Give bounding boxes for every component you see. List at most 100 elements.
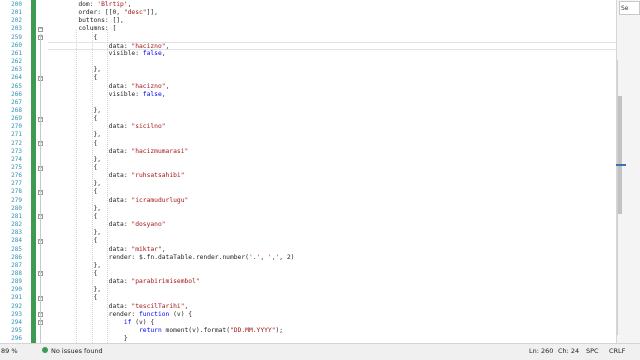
code-editor[interactable]: 200 201 202 203 259 260 261 262 263 264 265 266 267 2… <box>0 0 616 343</box>
code-line[interactable]: } <box>48 335 616 343</box>
line-number: 290 <box>11 286 22 294</box>
line-number: 266 <box>11 90 22 98</box>
line-number: 270 <box>11 123 22 131</box>
line-number: 281 <box>11 212 22 220</box>
code-line[interactable]: data: "parabirimisembol" <box>48 278 616 286</box>
line-number: 200 <box>11 1 22 8</box>
line-number: 284 <box>11 237 22 245</box>
code-line[interactable]: { <box>48 74 616 82</box>
code-line[interactable]: render: function (v) { <box>48 311 616 319</box>
status-bar: 89 % No issues found Ln: 260 Ch: 24 SPC … <box>0 343 640 360</box>
line-number: 291 <box>11 294 22 302</box>
indent-guide <box>106 30 108 343</box>
code-line[interactable]: { <box>48 213 616 221</box>
code-line[interactable]: { <box>48 294 616 302</box>
code-line[interactable]: { <box>48 34 616 42</box>
issues-label: No issues found <box>51 347 103 355</box>
line-number: 289 <box>11 278 22 286</box>
code-line[interactable]: { <box>48 237 616 245</box>
indent-guide <box>91 30 93 343</box>
line-number: 261 <box>11 49 22 57</box>
code-line[interactable]: { <box>48 270 616 278</box>
line-number: 273 <box>11 147 22 155</box>
line-number: 263 <box>11 66 22 74</box>
code-line[interactable]: }, <box>48 180 616 188</box>
code-line[interactable]: render: $.fn.dataTable.render.number('.'… <box>48 254 616 262</box>
side-panel-tab[interactable]: Se <box>619 1 640 15</box>
line-number: 202 <box>11 17 22 25</box>
line-number: 293 <box>11 310 22 318</box>
change-indicator-bar <box>31 0 36 343</box>
code-line[interactable]: order: [[0, "desc"]], <box>48 9 616 17</box>
line-number: 268 <box>11 106 22 114</box>
code-line[interactable]: data: "hacizmumarasi" <box>48 148 616 156</box>
fold-connector <box>40 34 41 343</box>
code-line[interactable]: data: "ruhsatsahibi" <box>48 172 616 180</box>
code-line[interactable]: return moment(v).format("DD.MM.YYYY"); <box>48 327 616 335</box>
line-number: 201 <box>11 9 22 17</box>
check-circle-icon <box>42 347 48 353</box>
code-line[interactable]: }, <box>48 205 616 213</box>
indent-guide <box>76 30 78 343</box>
code-line[interactable]: data: "miktar", <box>48 246 616 254</box>
line-number: 279 <box>11 196 22 204</box>
line-number: 285 <box>11 245 22 253</box>
line-number: 277 <box>11 180 22 188</box>
line-number: 278 <box>11 188 22 196</box>
line-number: 280 <box>11 204 22 212</box>
code-line[interactable]: data: "icramudurlugu" <box>48 197 616 205</box>
line-number: 275 <box>11 164 22 171</box>
zoom-level[interactable]: 89 % <box>1 347 23 356</box>
code-line[interactable]: { <box>48 115 616 123</box>
code-line[interactable]: { <box>48 164 616 172</box>
code-line[interactable]: visible: false, <box>48 50 616 58</box>
line-number-gutter: 200 201 202 203 259 260 261 262 263 264 265 266 267 2… <box>0 0 27 343</box>
code-line[interactable]: }, <box>48 262 616 270</box>
column-indicator[interactable]: Ch: 24 <box>558 347 579 356</box>
code-line[interactable]: data: "hacizno", <box>48 83 616 91</box>
code-line[interactable]: dom: 'Blrtip', <box>48 1 616 9</box>
code-line[interactable]: }, <box>48 66 616 74</box>
issues-indicator[interactable]: No issues found <box>42 347 103 356</box>
line-number: 283 <box>11 229 22 237</box>
code-line[interactable]: }, <box>48 156 616 164</box>
scrollbar-thumb[interactable] <box>618 96 622 214</box>
line-number: 269 <box>11 115 22 123</box>
line-number: 271 <box>11 131 22 139</box>
code-line[interactable]: }, <box>48 107 616 115</box>
code-line[interactable]: { <box>48 188 616 196</box>
line-ending-indicator[interactable]: CRLF <box>609 347 625 356</box>
code-line[interactable]: data: "tescilTarihi", <box>48 303 616 311</box>
code-line[interactable] <box>48 99 616 107</box>
code-line[interactable]: buttons: [], <box>48 17 616 25</box>
code-line[interactable]: visible: false, <box>48 91 616 99</box>
line-indicator[interactable]: Ln: 260 <box>529 347 553 356</box>
line-number: 264 <box>11 74 22 82</box>
line-number: 259 <box>11 33 22 41</box>
code-line[interactable]: columns: [ <box>48 25 616 33</box>
line-number: 294 <box>11 318 22 326</box>
line-number: 272 <box>11 139 22 147</box>
line-number: 274 <box>11 155 22 163</box>
code-line[interactable]: }, <box>48 286 616 294</box>
collapse-toggle-icon[interactable]: − <box>38 26 43 32</box>
code-line[interactable]: data: "hacizno", <box>48 41 616 50</box>
line-number: 260 <box>11 41 22 49</box>
line-number: 287 <box>11 261 22 269</box>
code-line[interactable]: if (v) { <box>48 319 616 327</box>
code-line[interactable]: data: "sicilno" <box>48 123 616 131</box>
code-line[interactable]: }, <box>48 131 616 139</box>
code-line[interactable]: data: "dosyano" <box>48 221 616 229</box>
code-line[interactable]: { <box>48 140 616 148</box>
line-number: 262 <box>11 58 22 66</box>
line-number: 296 <box>11 335 22 343</box>
code-line[interactable]: }, <box>48 229 616 237</box>
line-number: 276 <box>11 172 22 180</box>
vertical-scrollbar[interactable] <box>616 18 626 343</box>
outlining-margin: −−−−−−−−−−−−− <box>37 0 45 343</box>
line-number: 288 <box>11 269 22 277</box>
line-number: 295 <box>11 327 22 334</box>
whitespace-indicator[interactable]: SPC <box>586 347 599 356</box>
line-number: 267 <box>11 98 22 106</box>
code-line[interactable] <box>48 58 616 66</box>
